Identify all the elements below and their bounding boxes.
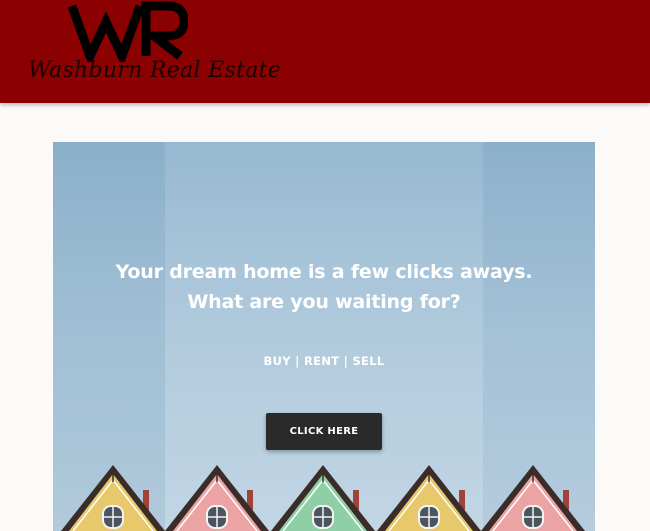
site-header: Washburn Real Estate xyxy=(0,0,650,103)
house-roof xyxy=(481,465,585,531)
wr-logo-mark xyxy=(68,1,188,62)
house-roof xyxy=(271,465,375,531)
brand-logo[interactable]: Washburn Real Estate xyxy=(28,0,282,96)
hero-headline-line1: Your dream home is a few clicks aways. xyxy=(115,261,533,283)
brand-name: Washburn Real Estate xyxy=(28,58,282,83)
house-roof xyxy=(61,465,165,531)
house-roofs-illustration xyxy=(61,465,585,531)
hero-headline-line2: What are you waiting for? xyxy=(187,291,461,313)
house-roof xyxy=(377,465,481,531)
click-here-button[interactable]: CLICK HERE xyxy=(266,413,382,450)
hero-subnav: BUY | RENT | SELL xyxy=(263,354,385,368)
house-roof xyxy=(165,465,269,531)
hero-banner: Your dream home is a few clicks aways. W… xyxy=(53,142,595,531)
hero-headline: Your dream home is a few clicks aways. W… xyxy=(53,257,595,317)
